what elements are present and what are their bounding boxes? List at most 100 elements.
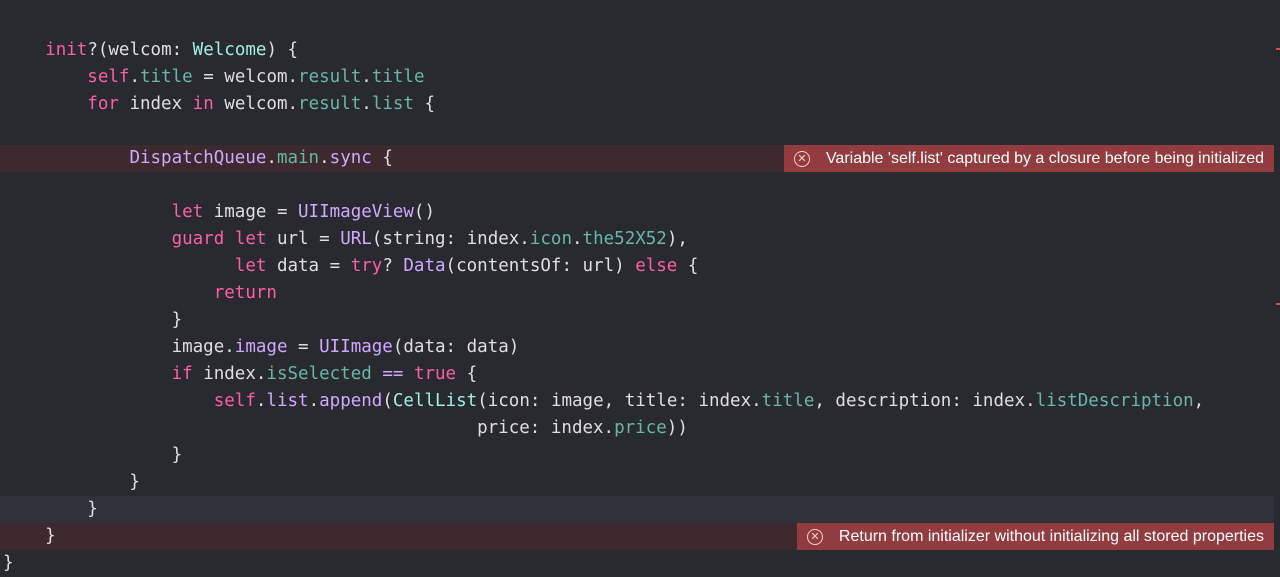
code-line[interactable]: }: [0, 307, 1274, 334]
code-editor[interactable]: init?(welcom: Welcome) { self.title = we…: [0, 0, 1280, 573]
code-text: }: [3, 442, 183, 469]
code-token: if: [171, 364, 193, 384]
code-token: result: [298, 94, 362, 114]
code-line[interactable]: [0, 118, 1274, 145]
code-token: CellList: [392, 391, 478, 411]
code-line[interactable]: if index.isSelected == true {: [0, 361, 1274, 388]
code-line[interactable]: let data = try? Data(contentsOf: url) el…: [0, 253, 1274, 280]
code-token: }: [3, 499, 98, 519]
code-token: (: [382, 391, 393, 411]
code-token: .: [319, 148, 330, 168]
code-line[interactable]: for index in welcom.result.list {: [0, 91, 1274, 118]
code-token: ?(welcom:: [87, 40, 193, 60]
code-token: {: [677, 256, 699, 276]
code-token: return: [213, 283, 277, 303]
error-message: Return from initializer without initiali…: [838, 528, 1264, 545]
code-line[interactable]: init?(welcom: Welcome) {: [0, 37, 1274, 64]
code-token: Data: [403, 256, 446, 276]
error-circle-x-icon[interactable]: ✕: [793, 150, 810, 167]
code-token: let: [234, 256, 267, 276]
code-line[interactable]: self.title = welcom.result.title: [0, 64, 1274, 91]
code-token: }: [3, 472, 140, 492]
code-token: }: [3, 553, 14, 573]
code-token: init: [45, 40, 88, 60]
code-text: for index in welcom.result.list {: [3, 91, 435, 118]
code-text: return: [3, 280, 277, 307]
code-token: {: [413, 94, 436, 114]
code-line[interactable]: }: [0, 550, 1274, 577]
code-line[interactable]: [0, 10, 1274, 37]
code-token: }: [3, 310, 183, 330]
code-token: {: [371, 148, 393, 168]
code-line[interactable]: }: [0, 442, 1274, 469]
code-text: image.image = UIImage(data: data): [3, 334, 520, 361]
code-token: .: [572, 229, 583, 249]
scroll-issue-marker[interactable]: [1276, 303, 1280, 305]
code-text: self.title = welcom.result.title: [3, 64, 424, 91]
code-token: title: [761, 391, 815, 411]
code-token: .: [129, 67, 140, 87]
error-banner[interactable]: ✕ Variable 'self.list' captured by a clos…: [783, 145, 1274, 172]
code-token: )): [666, 418, 688, 438]
code-token: price: index.: [3, 418, 615, 438]
error-message: Variable 'self.list' captured by a closu…: [825, 150, 1264, 167]
code-token: .: [255, 391, 267, 411]
code-token: for: [87, 94, 119, 114]
code-token: UIImageView: [298, 202, 414, 222]
code-token: }: [3, 526, 56, 546]
code-line[interactable]: price: index.price)): [0, 415, 1274, 442]
code-token: list: [371, 94, 414, 114]
code-token: ),: [666, 229, 688, 249]
code-token: image: [234, 337, 288, 357]
code-line[interactable]: let image = UIImageView(): [0, 199, 1274, 226]
code-token: index.: [192, 364, 267, 384]
code-text: let data = try? Data(contentsOf: url) el…: [3, 253, 699, 280]
code-text: if index.isSelected == true {: [3, 361, 478, 388]
code-token: .: [361, 94, 372, 114]
error-circle-x-icon[interactable]: ✕: [806, 528, 823, 545]
code-token: (string: index.: [371, 229, 530, 249]
scroll-issue-marker[interactable]: [1276, 48, 1280, 50]
code-token: ==: [382, 364, 404, 384]
code-token: the52X52: [582, 229, 667, 249]
code-token: url =: [266, 229, 341, 249]
code-line[interactable]: }: [0, 469, 1274, 496]
code-token: guard: [171, 229, 225, 249]
code-token: ) {: [266, 40, 299, 60]
code-line[interactable]: return: [0, 280, 1274, 307]
code-line[interactable]: self.list.append(CellList(icon: image, t…: [0, 388, 1274, 415]
code-token: let: [234, 229, 267, 249]
code-token: (): [413, 202, 435, 222]
code-token: (icon: image, title: index.: [477, 391, 762, 411]
code-token: append: [319, 391, 383, 411]
code-text: }: [3, 496, 98, 523]
code-token: .: [266, 148, 277, 168]
code-line[interactable]: [0, 172, 1274, 199]
code-text: price: index.price)): [3, 415, 688, 442]
code-token: (data: data): [392, 337, 520, 357]
code-token: UIImage: [319, 337, 393, 357]
code-token: .: [308, 391, 320, 411]
code-token: self: [87, 67, 130, 87]
code-token: =: [287, 337, 320, 357]
code-token: let: [171, 202, 204, 222]
code-token: main: [276, 148, 320, 168]
code-token: sync: [329, 148, 372, 168]
code-line[interactable]: }: [0, 496, 1274, 523]
code-token: data =: [266, 256, 351, 276]
code-token: ?: [382, 256, 404, 276]
code-line[interactable]: image.image = UIImage(data: data): [0, 334, 1274, 361]
error-banner[interactable]: ✕ Return from initializer without initial…: [796, 523, 1274, 550]
code-token: (contentsOf: url): [445, 256, 636, 276]
code-token: true: [413, 364, 457, 384]
code-line[interactable]: guard let url = URL(string: index.icon.t…: [0, 226, 1274, 253]
